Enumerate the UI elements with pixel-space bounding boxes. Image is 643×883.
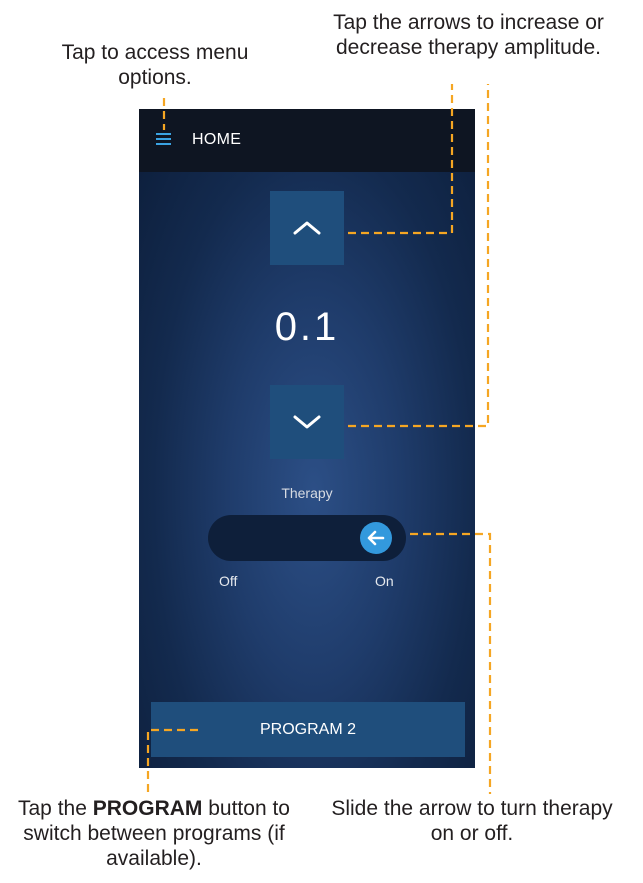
program-callout-bold: PROGRAM [92,797,203,820]
decrease-amplitude-button[interactable] [270,385,344,459]
app-header: HOME [139,109,475,172]
toggle-off-label: Off [219,573,238,589]
toggle-on-label: On [375,573,394,589]
therapy-label: Therapy [281,485,333,501]
amplitude-value: 0.1 [274,305,340,349]
page-title: HOME [192,131,242,148]
slide-callout: Slide the arrow to turn therapy on or of… [331,797,613,845]
program-callout-prefix: Tap the [18,797,93,820]
arrows-callout: Tap the arrows to increase or decrease t… [333,11,604,59]
increase-amplitude-button[interactable] [270,191,344,265]
menu-callout: Tap to access menu options. [61,41,249,89]
app-screen: HOME 0.1 Therapy Off On PROGRAM 2 [139,109,475,768]
program-callout: Tap the PROGRAM button to switch between… [4,796,304,871]
chevron-up-icon [293,221,321,235]
therapy-toggle-knob[interactable] [360,522,392,554]
hamburger-icon[interactable] [156,133,171,146]
program-button[interactable]: PROGRAM 2 [151,702,465,757]
chevron-down-icon [293,415,321,429]
arrow-left-icon [367,530,385,546]
